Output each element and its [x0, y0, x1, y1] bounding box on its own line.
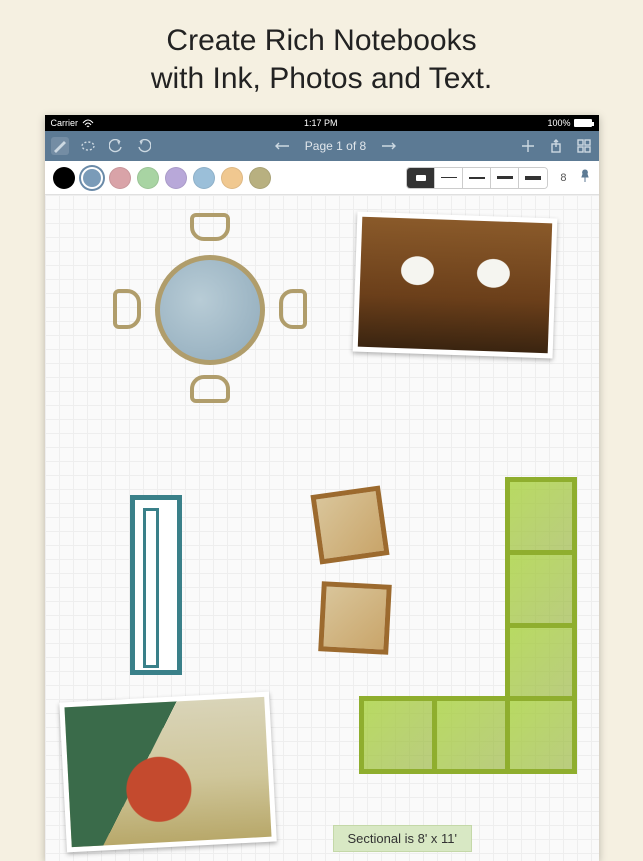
plus-icon — [521, 139, 535, 153]
undo-icon — [109, 139, 123, 153]
battery-pct: 100% — [547, 118, 570, 128]
brush-count: 8 — [560, 172, 566, 184]
brush-thin-button[interactable] — [435, 168, 463, 188]
note-text: Sectional is 8' x 11' — [348, 831, 458, 846]
color-swatch-purple[interactable] — [165, 167, 187, 189]
add-button[interactable] — [519, 137, 537, 155]
text-note[interactable]: Sectional is 8' x 11' — [333, 825, 473, 852]
brush-med-button[interactable] — [463, 168, 491, 188]
grid-icon — [577, 139, 591, 153]
pen-tool-button[interactable] — [51, 137, 69, 155]
eraser-icon — [414, 173, 428, 183]
lasso-icon — [80, 140, 96, 152]
undo-button[interactable] — [107, 137, 125, 155]
sketch-chair — [190, 375, 230, 403]
brush-xthick-button[interactable] — [519, 168, 547, 188]
carrier-label: Carrier — [51, 118, 79, 128]
eraser-button[interactable] — [407, 168, 435, 188]
lasso-tool-button[interactable] — [79, 137, 97, 155]
grid-view-button[interactable] — [575, 137, 593, 155]
headline-line-2: with Ink, Photos and Text. — [151, 62, 492, 95]
status-bar: Carrier 1:17 PM 100% — [45, 115, 599, 131]
share-icon — [550, 139, 562, 153]
sketch-chair — [279, 289, 307, 329]
device-frame: Carrier 1:17 PM 100% — [45, 115, 599, 861]
color-swatch-skyblue[interactable] — [193, 167, 215, 189]
sketch-box — [310, 485, 389, 564]
pin-icon — [579, 169, 591, 183]
photo-couch[interactable] — [59, 692, 277, 853]
sketch-sectional — [420, 477, 580, 807]
headline-line-1: Create Rich Notebooks — [166, 24, 476, 57]
redo-button[interactable] — [135, 137, 153, 155]
battery-icon — [574, 119, 592, 127]
prev-page-button[interactable] — [273, 137, 291, 155]
redo-icon — [137, 139, 151, 153]
photo-chairs[interactable] — [352, 212, 557, 359]
color-swatch-blue[interactable] — [81, 167, 103, 189]
pen-icon — [53, 139, 67, 153]
share-button[interactable] — [547, 137, 565, 155]
page-indicator: Page 1 of 8 — [305, 139, 366, 153]
color-swatch-olive[interactable] — [249, 167, 271, 189]
wifi-icon — [82, 119, 94, 128]
sketch-box — [318, 581, 392, 655]
sketch-chair — [113, 289, 141, 329]
app-toolbar: Page 1 of 8 — [45, 131, 599, 161]
drawing-canvas[interactable]: Sectional is 8' x 11' — [45, 195, 599, 861]
brush-size-group — [406, 167, 548, 189]
color-bar: 8 — [45, 161, 599, 195]
pin-button[interactable] — [579, 169, 591, 186]
sketch-chair — [190, 213, 230, 241]
color-swatch-pink[interactable] — [109, 167, 131, 189]
sketch-table — [155, 255, 265, 365]
arrow-right-icon — [381, 141, 397, 151]
sketch-cabinet — [130, 495, 182, 675]
color-swatch-green[interactable] — [137, 167, 159, 189]
arrow-left-icon — [274, 141, 290, 151]
marketing-headline: Create Rich Notebooks with Ink, Photos a… — [0, 0, 643, 115]
next-page-button[interactable] — [380, 137, 398, 155]
color-swatch-black[interactable] — [53, 167, 75, 189]
color-swatch-orange[interactable] — [221, 167, 243, 189]
brush-thick-button[interactable] — [491, 168, 519, 188]
clock: 1:17 PM — [304, 118, 338, 128]
